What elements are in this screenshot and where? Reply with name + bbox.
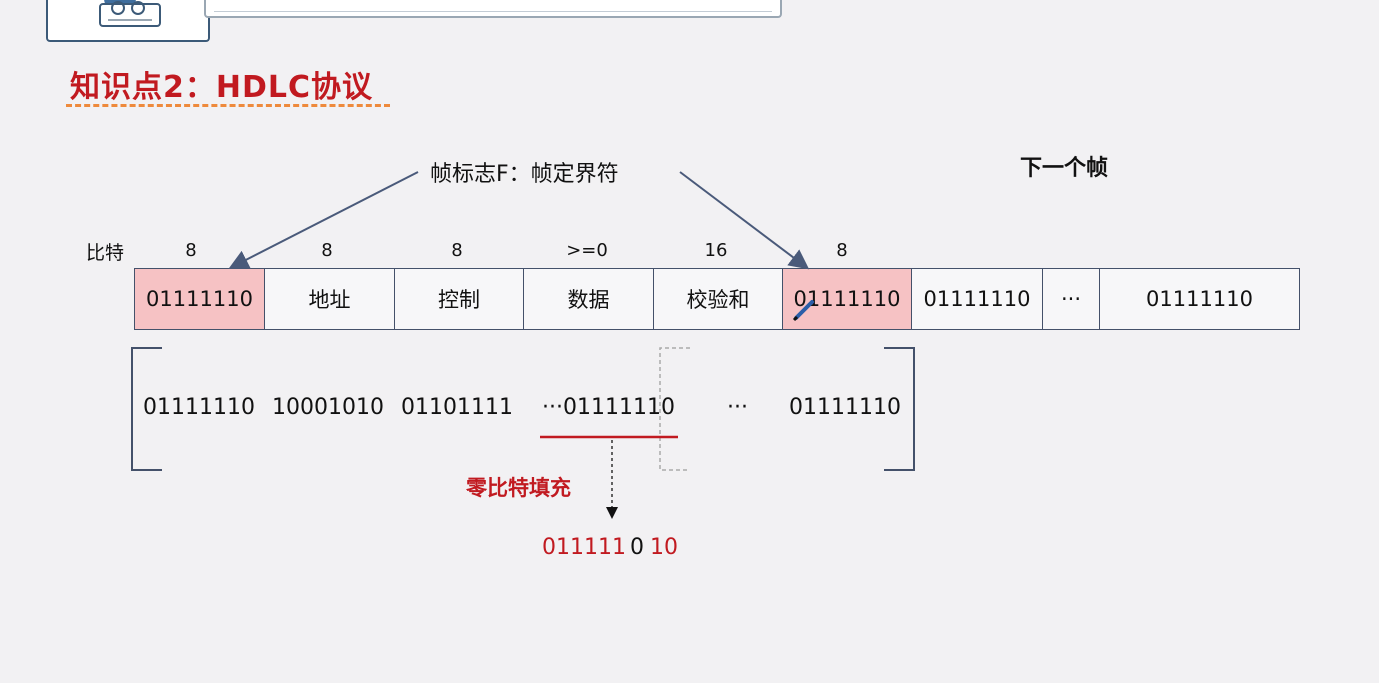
pen-cursor-icon (792, 300, 814, 322)
dashed-bracket (659, 347, 690, 471)
arrow-to-end-flag (679, 171, 810, 270)
annotation-lines (131, 171, 915, 519)
left-bracket (131, 347, 162, 471)
right-bracket (884, 347, 915, 471)
arrow-to-start-flag (228, 171, 419, 269)
